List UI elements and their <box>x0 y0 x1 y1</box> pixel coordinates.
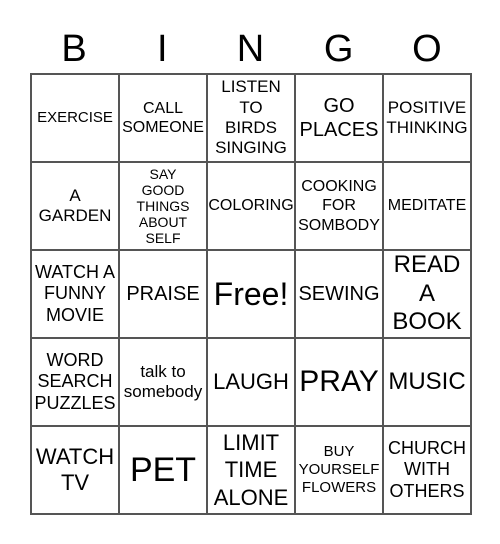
bingo-cell[interactable]: PRAY <box>295 338 383 426</box>
bingo-cell[interactable]: MEDITATE <box>383 162 471 250</box>
bingo-cell[interactable]: BUY YOURSELF FLOWERS <box>295 426 383 514</box>
bingo-cell[interactable]: EXERCISE <box>31 74 119 162</box>
bingo-cell[interactable]: A GARDEN <box>31 162 119 250</box>
bingo-cell[interactable]: PRAISE <box>119 250 207 338</box>
bingo-cell[interactable]: CHURCH WITH OTHERS <box>383 426 471 514</box>
bingo-cell[interactable]: WATCH A FUNNY MOVIE <box>31 250 119 338</box>
free-space[interactable]: Free! <box>207 250 295 338</box>
bingo-cell[interactable]: PET <box>119 426 207 514</box>
header-letter-i: I <box>157 28 168 70</box>
bingo-cell[interactable]: LIMIT TIME ALONE <box>207 426 295 514</box>
bingo-cell[interactable]: WORD SEARCH PUZZLES <box>31 338 119 426</box>
bingo-cell[interactable]: SEWING <box>295 250 383 338</box>
bingo-cell[interactable]: COOKING FOR SOMBODY <box>295 162 383 250</box>
header-letter-n: N <box>236 28 265 70</box>
bingo-cell[interactable]: READ A BOOK <box>383 250 471 338</box>
bingo-cell[interactable]: LAUGH <box>207 338 295 426</box>
bingo-cell[interactable]: WATCH TV <box>31 426 119 514</box>
header-letter-o: O <box>412 28 442 70</box>
bingo-cell[interactable]: talk to somebody <box>119 338 207 426</box>
header-letter-b: B <box>61 28 87 70</box>
header-letter-g: G <box>323 28 354 70</box>
bingo-cell[interactable]: SAY GOOD THINGS ABOUT SELF <box>119 162 207 250</box>
bingo-cell[interactable]: GO PLACES <box>295 74 383 162</box>
bingo-cell[interactable]: LISTEN TO BIRDS SINGING <box>207 74 295 162</box>
bingo-cell[interactable]: CALL SOMEONE <box>119 74 207 162</box>
bingo-cell[interactable]: COLORING <box>207 162 295 250</box>
bingo-header: B I N G O <box>30 26 471 72</box>
bingo-cell[interactable]: MUSIC <box>383 338 471 426</box>
bingo-cell[interactable]: POSITIVE THINKING <box>383 74 471 162</box>
bingo-grid: EXERCISE CALL SOMEONE LISTEN TO BIRDS SI… <box>30 73 472 515</box>
